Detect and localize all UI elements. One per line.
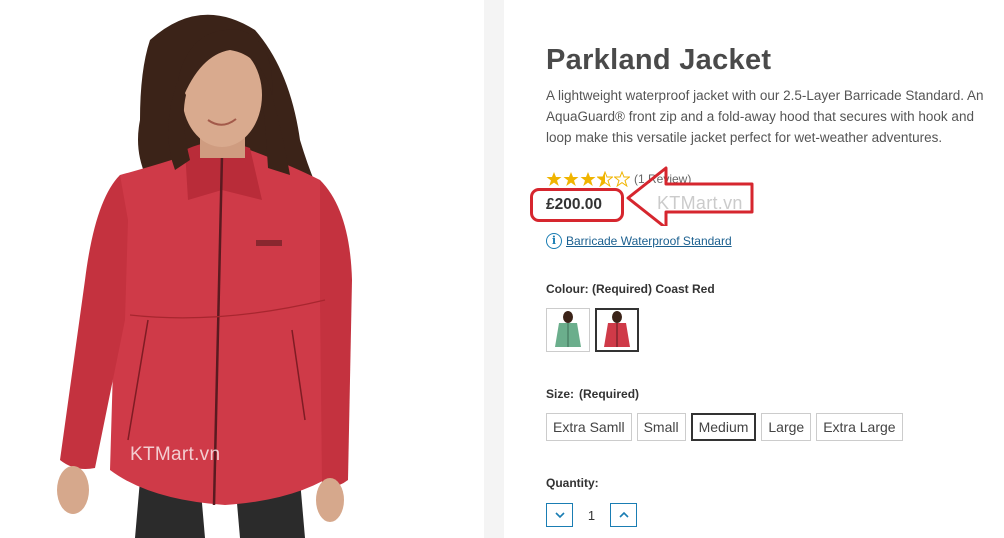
barricade-standard[interactable]: i Barricade Waterproof Standard	[546, 233, 732, 249]
colour-swatches	[546, 308, 644, 352]
star-half-icon	[597, 171, 613, 187]
green-jacket-thumbnail	[555, 311, 581, 347]
product-image[interactable]: KTMart.vn	[0, 0, 484, 538]
swatch-coast-red[interactable]	[595, 308, 639, 352]
product-info: Parkland Jacket A lightweight waterproof…	[530, 0, 1004, 538]
info-icon: i	[546, 233, 562, 249]
price-highlight-circle	[530, 188, 624, 222]
quantity-value[interactable]: 1	[573, 508, 610, 523]
swatch-green[interactable]	[546, 308, 590, 352]
size-small-button[interactable]: Small	[636, 413, 686, 441]
size-options: Extra Samll Small Medium Large Extra Lar…	[546, 413, 908, 441]
size-required: (Required)	[579, 387, 640, 401]
quantity-stepper: 1	[546, 503, 637, 527]
colour-label: Colour: (Required) Coast Red	[546, 282, 715, 296]
star-full-icon	[580, 172, 596, 186]
watermark: KTMart.vn	[130, 444, 221, 465]
quantity-label: Quantity:	[546, 476, 599, 490]
size-label: Size: (Required)	[546, 387, 639, 401]
barricade-standard-link[interactable]: Barricade Waterproof Standard	[566, 234, 732, 248]
quantity-decrease-button[interactable]	[546, 503, 573, 527]
image-divider	[484, 0, 504, 538]
chevron-down-icon	[554, 512, 565, 519]
model-photo	[0, 0, 484, 538]
red-jacket-thumbnail	[604, 311, 630, 347]
watermark: KTMart.vn	[657, 193, 743, 213]
quantity-increase-button[interactable]	[610, 503, 637, 527]
size-label-text: Size:	[546, 387, 575, 401]
size-medium-button[interactable]: Medium	[690, 413, 757, 441]
product-title: Parkland Jacket	[546, 44, 772, 76]
size-large-button[interactable]: Large	[761, 413, 812, 441]
size-extra-small-button[interactable]: Extra Samll	[546, 413, 632, 441]
size-extra-large-button[interactable]: Extra Large	[816, 413, 903, 441]
star-full-icon	[546, 172, 562, 186]
star-full-icon	[563, 172, 579, 186]
chevron-up-icon	[618, 511, 629, 518]
product-description: A lightweight waterproof jacket with our…	[546, 88, 984, 145]
